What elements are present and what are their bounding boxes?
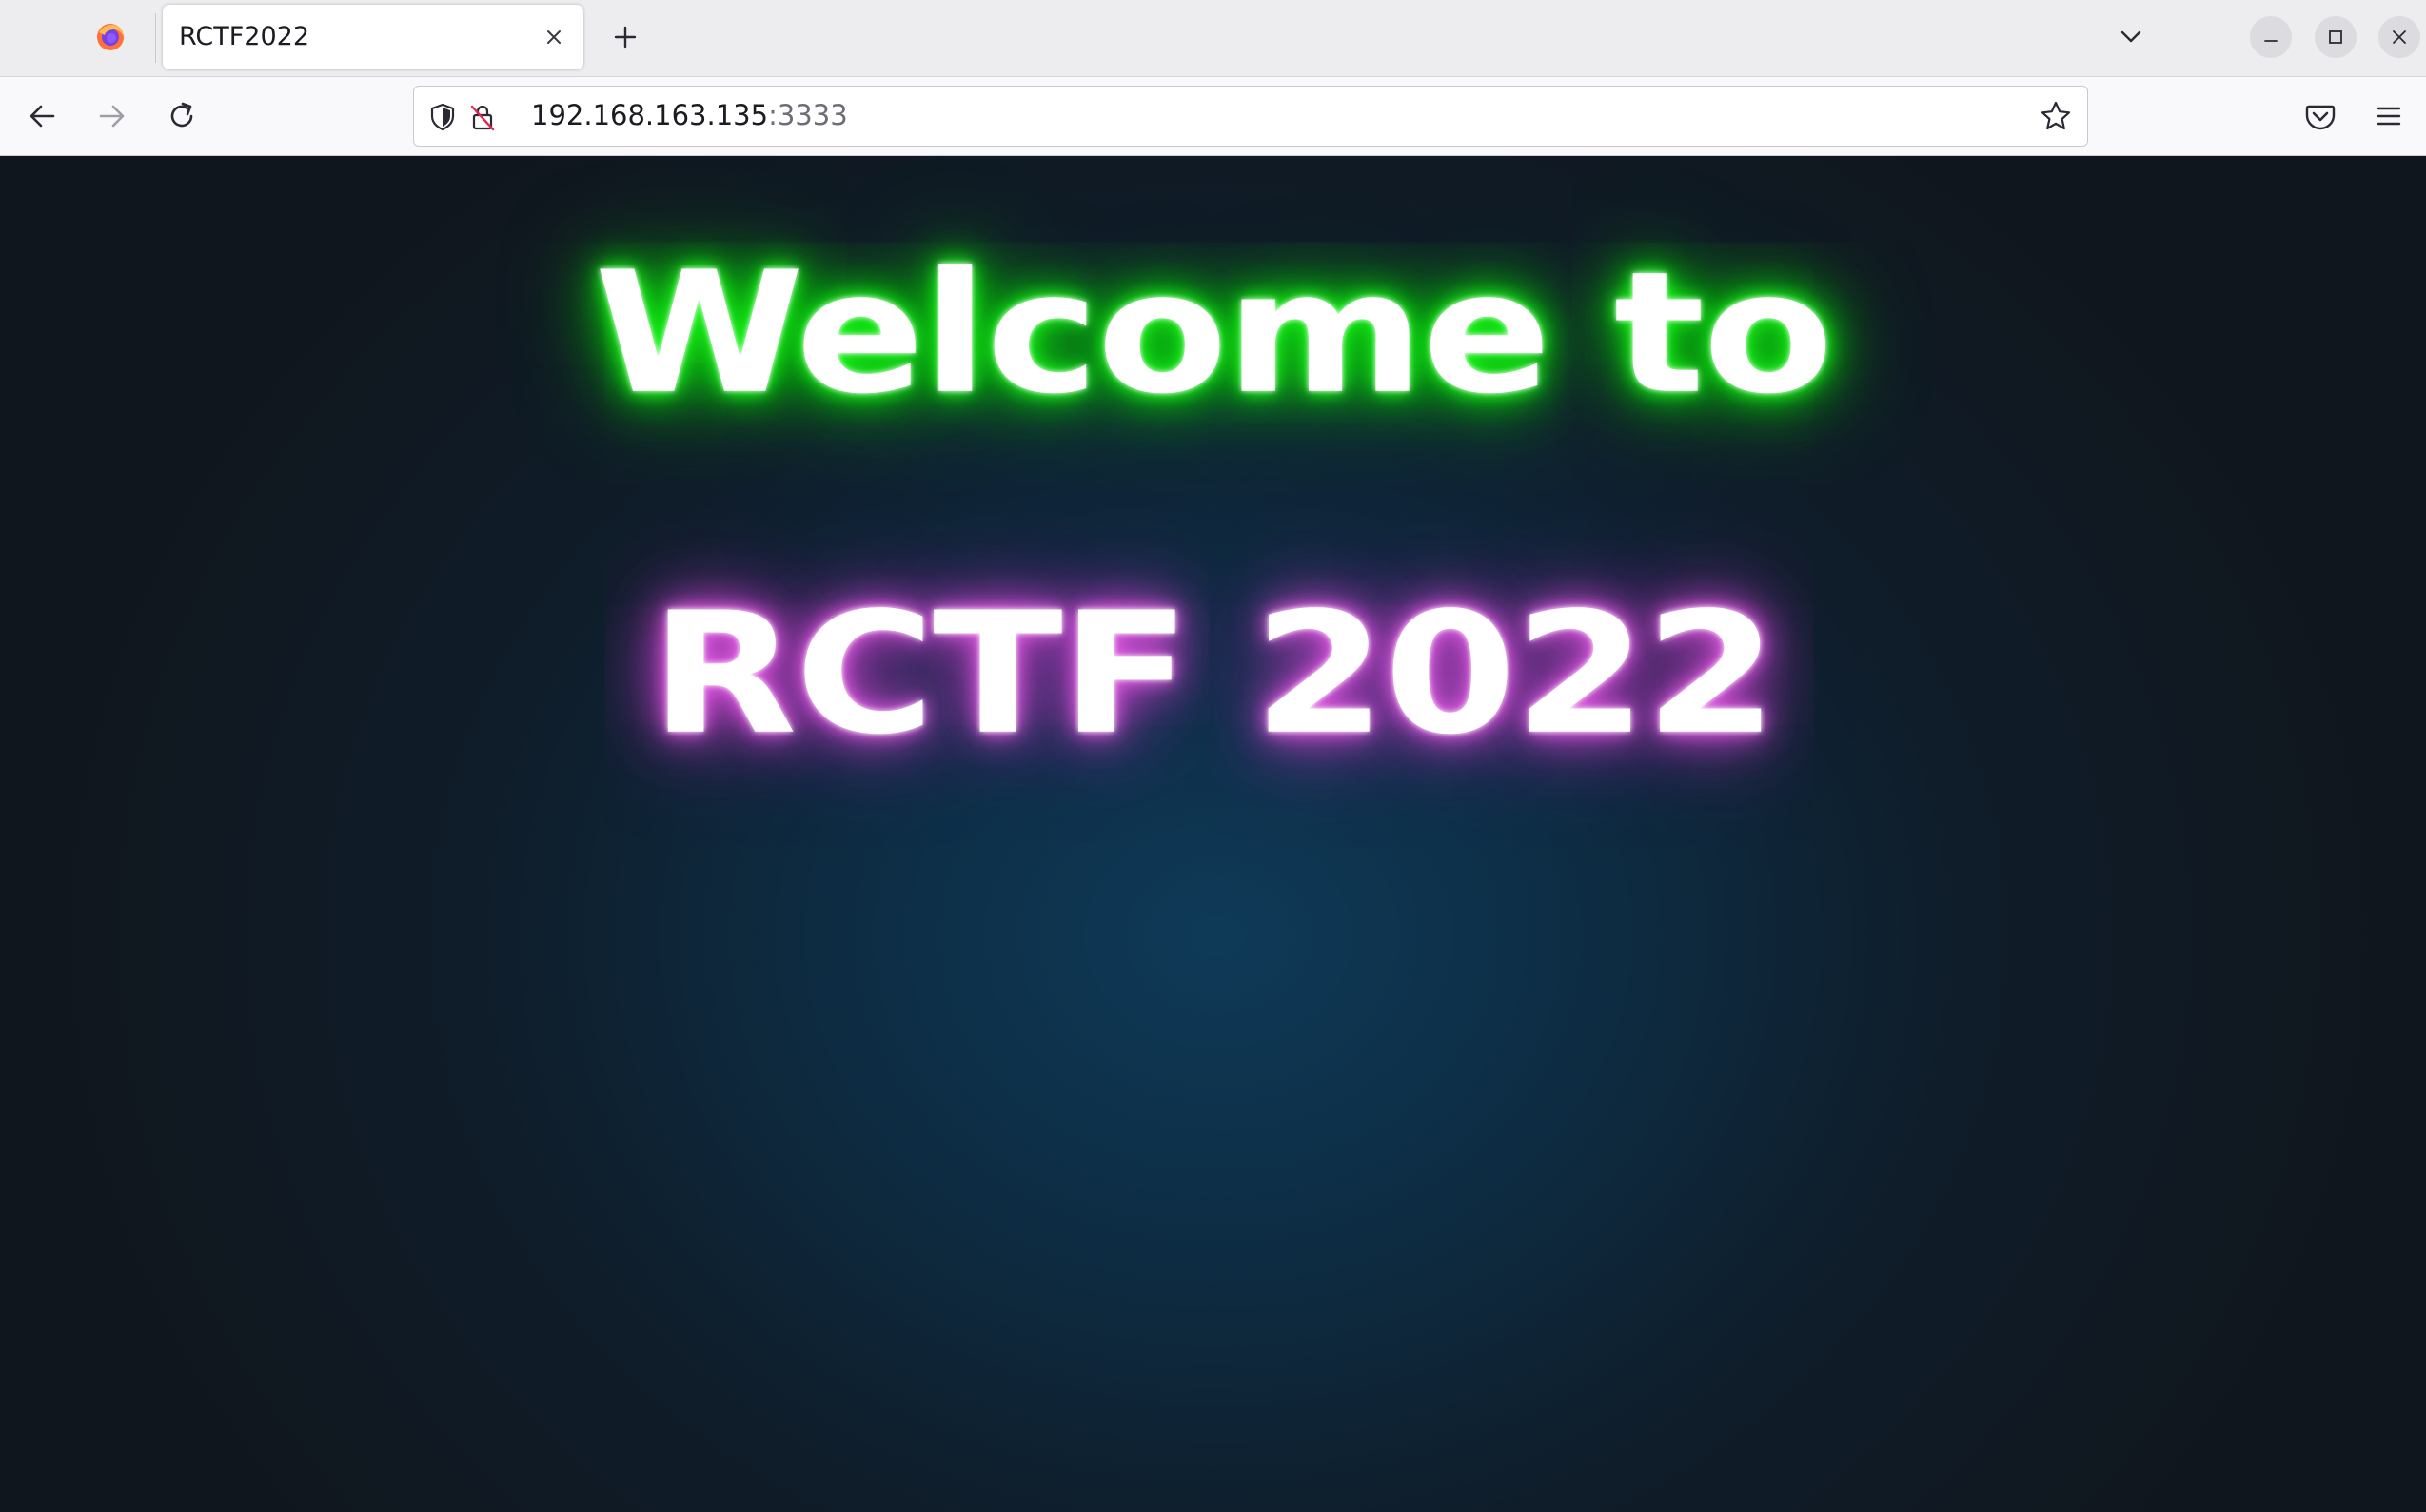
reload-icon[interactable]	[164, 98, 200, 134]
url-port: :3333	[768, 99, 848, 131]
address-bar[interactable]: 192.168.163.135:3333	[413, 86, 2088, 147]
arrow-left-icon[interactable]	[25, 98, 61, 134]
tab-rctf2022[interactable]: RCTF2022	[163, 5, 583, 69]
page-content: Welcome to RCTF 2022	[0, 156, 2426, 1512]
tab-divider	[155, 13, 156, 63]
close-icon[interactable]	[541, 24, 567, 50]
firefox-icon[interactable]	[94, 21, 127, 53]
browser-window: RCTF2022 192.168.163.135:3333 Welcome to…	[0, 0, 2426, 1512]
arrow-right-icon[interactable]	[93, 98, 129, 134]
plus-icon[interactable]	[609, 21, 641, 53]
chevron-down-icon[interactable]	[2115, 21, 2147, 53]
shield-icon[interactable]	[427, 102, 458, 132]
minimize-icon	[2264, 40, 2278, 42]
event-title-heading: RCTF 2022	[650, 576, 1777, 773]
pocket-icon[interactable]	[2302, 98, 2338, 134]
star-icon[interactable]	[2039, 99, 2073, 133]
tab-title: RCTF2022	[179, 22, 310, 51]
url-host: 192.168.163.135	[531, 99, 769, 131]
minimize-button[interactable]	[2250, 16, 2292, 58]
navigation-toolbar: 192.168.163.135:3333	[0, 77, 2426, 156]
welcome-heading: Welcome to	[594, 235, 1833, 432]
hamburger-icon[interactable]	[2371, 98, 2407, 134]
lock-strike-icon[interactable]	[467, 102, 498, 132]
tab-strip: RCTF2022	[0, 0, 2426, 77]
maximize-button[interactable]	[2315, 16, 2357, 58]
close-window-button[interactable]	[2378, 16, 2420, 58]
url-text[interactable]: 192.168.163.135:3333	[531, 99, 848, 131]
close-icon	[2393, 30, 2406, 44]
maximize-icon	[2329, 30, 2342, 44]
